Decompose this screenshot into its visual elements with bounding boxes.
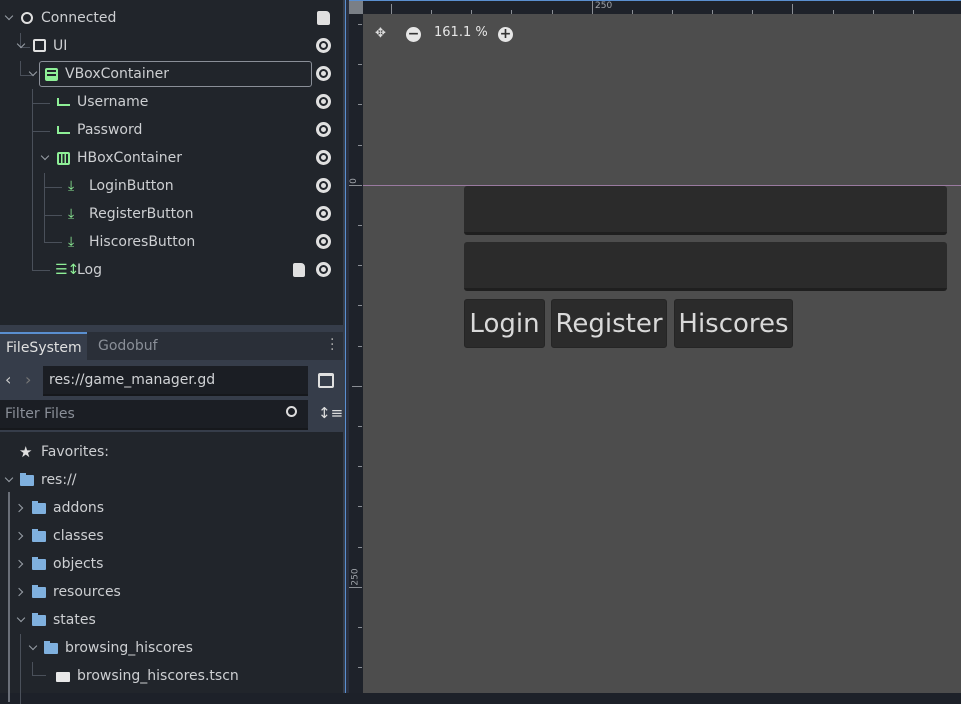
menu-dots-icon[interactable]: · · ·	[330, 333, 334, 357]
script-icon[interactable]	[293, 263, 305, 277]
back-arrow-icon[interactable]: ‹	[5, 370, 11, 389]
tab-filesystem[interactable]: FileSystem	[0, 332, 87, 360]
rich-text-icon: ☰↕	[55, 262, 80, 278]
path-field[interactable]: res://game_manager.gd	[43, 366, 308, 396]
password-line-edit[interactable]	[464, 242, 947, 291]
vbox-icon	[45, 68, 58, 81]
button-icon: ⤓	[68, 206, 75, 222]
tree-item-log[interactable]: ☰↕ Log	[0, 256, 343, 284]
folder-resources[interactable]: resources	[0, 578, 343, 606]
tree-item-username[interactable]: Username	[0, 88, 343, 116]
folder-icon	[32, 529, 46, 542]
button-icon: ⤓	[68, 178, 75, 194]
filter-files-input[interactable]: Filter Files	[0, 400, 308, 430]
forward-arrow-icon[interactable]: ›	[25, 370, 31, 389]
folder-icon	[44, 641, 58, 654]
folder-icon	[32, 501, 46, 514]
visibility-eye-icon[interactable]	[316, 262, 331, 277]
visibility-eye-icon[interactable]	[316, 150, 331, 165]
hiscores-button[interactable]: Hiscores	[674, 299, 793, 348]
tree-item-loginbutton[interactable]: ⤓ LoginButton	[0, 172, 343, 200]
tree-item-ui[interactable]: UI	[0, 32, 343, 60]
script-icon[interactable]	[317, 11, 330, 25]
register-button[interactable]: Register	[551, 299, 667, 348]
tab-godobuf[interactable]: Godobuf	[92, 332, 164, 360]
folder-states[interactable]: states	[0, 606, 343, 634]
dock-tabs: FileSystem Godobuf · · ·	[0, 332, 343, 360]
toggle-split-icon[interactable]	[318, 373, 334, 388]
button-icon: ⤓	[68, 234, 75, 250]
visibility-eye-icon[interactable]	[316, 66, 331, 81]
favorites-item[interactable]: ★ Favorites:	[0, 438, 343, 466]
search-icon	[286, 406, 297, 417]
tree-item-hboxcontainer[interactable]: HBoxContainer	[0, 144, 343, 172]
control-icon	[33, 39, 46, 52]
file-browsing-hiscores-tscn[interactable]: browsing_hiscores.tscn	[0, 662, 343, 690]
visibility-eye-icon[interactable]	[316, 206, 331, 221]
visibility-eye-icon[interactable]	[316, 38, 331, 53]
visibility-eye-icon[interactable]	[316, 122, 331, 137]
folder-icon	[32, 585, 46, 598]
tree-item-connected[interactable]: Connected	[0, 4, 343, 32]
line-edit-icon	[57, 98, 70, 106]
tree-item-hiscoresbutton[interactable]: ⤓ HiscoresButton	[0, 228, 343, 256]
folder-res[interactable]: res://	[0, 466, 343, 494]
folder-objects[interactable]: objects	[0, 550, 343, 578]
zoom-level[interactable]: 161.1 %	[434, 25, 488, 40]
folder-icon	[20, 473, 34, 486]
center-view-icon[interactable]: ✥	[375, 26, 386, 41]
scene-tree: Connected UI VBoxContainer Username Pass…	[0, 0, 343, 325]
line-edit-icon	[57, 126, 70, 134]
file-tree: ★ Favorites: res:// addons classes objec…	[0, 432, 343, 704]
zoom-out-button[interactable]: −	[406, 27, 421, 42]
visibility-eye-icon[interactable]	[316, 94, 331, 109]
folder-icon	[32, 613, 46, 626]
sort-icon[interactable]: ↕≡	[318, 404, 343, 422]
ruler-top: 250	[349, 0, 961, 14]
folder-addons[interactable]: addons	[0, 494, 343, 522]
username-line-edit[interactable]	[464, 186, 947, 235]
visibility-eye-icon[interactable]	[316, 178, 331, 193]
canvas-viewport[interactable]	[363, 14, 961, 693]
left-dock: Connected UI VBoxContainer Username Pass…	[0, 0, 345, 704]
folder-icon	[32, 557, 46, 570]
tree-item-password[interactable]: Password	[0, 116, 343, 144]
visibility-eye-icon[interactable]	[316, 234, 331, 249]
hbox-icon	[57, 152, 70, 165]
scene-file-icon	[56, 672, 70, 682]
tree-item-vboxcontainer[interactable]: VBoxContainer	[0, 60, 343, 88]
tree-item-registerbutton[interactable]: ⤓ RegisterButton	[0, 200, 343, 228]
star-icon: ★	[19, 443, 33, 461]
folder-browsing-hiscores[interactable]: browsing_hiscores	[0, 634, 343, 662]
folder-classes[interactable]: classes	[0, 522, 343, 550]
zoom-in-button[interactable]: +	[498, 27, 513, 42]
ruler-left: 0 250	[349, 14, 363, 693]
login-button[interactable]: Login	[464, 299, 545, 348]
node-circle-icon	[21, 12, 33, 24]
